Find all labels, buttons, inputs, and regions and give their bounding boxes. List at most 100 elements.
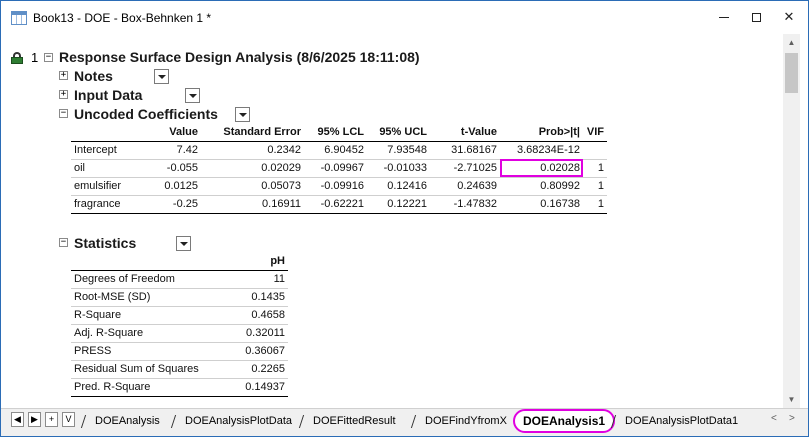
table-cell[interactable]: [583, 141, 607, 159]
table-cell[interactable]: 7.93548: [367, 141, 430, 159]
statistics-heading: Statistics: [74, 235, 137, 251]
scroll-down-icon[interactable]: ▼: [783, 391, 800, 408]
table-cell[interactable]: Intercept: [71, 141, 153, 159]
tab-next-button[interactable]: ▶: [28, 412, 41, 427]
column-header: 95% LCL: [317, 125, 364, 138]
tabs-scroll-left-icon[interactable]: <: [771, 413, 777, 424]
table-cell[interactable]: 7.42: [153, 141, 201, 159]
table-row: PRESS 0.36067: [71, 342, 288, 360]
notes-heading: Notes: [74, 68, 113, 84]
column-header: t-Value: [460, 125, 497, 138]
collapse-uncoded-toggle[interactable]: −: [59, 109, 68, 118]
table-row: Degrees of Freedom 11: [71, 270, 288, 288]
table-cell[interactable]: emulsifier: [71, 177, 153, 195]
vertical-scrollbar[interactable]: ▲ ▼: [783, 34, 800, 408]
uncoded-coefficients-table: Value Standard Error 95% LCL 95% UCL t-V…: [71, 123, 607, 214]
table-cell[interactable]: -0.09916: [304, 177, 367, 195]
workbook-icon: [11, 11, 27, 25]
table-row: Intercept 7.42 0.2342 6.90452 7.93548 31…: [71, 141, 607, 159]
table-cell[interactable]: Pred. R-Square: [71, 378, 221, 396]
report-node-number: 1: [31, 50, 39, 65]
close-button[interactable]: ✕: [772, 6, 806, 28]
table-cell[interactable]: -0.25: [153, 195, 201, 213]
table-cell[interactable]: oil: [71, 159, 153, 177]
table-cell[interactable]: 0.16911: [201, 195, 304, 213]
table-row: Residual Sum of Squares 0.2265: [71, 360, 288, 378]
table-cell[interactable]: -2.71025: [430, 159, 500, 177]
table-cell[interactable]: -1.47832: [430, 195, 500, 213]
close-icon: ✕: [783, 9, 795, 24]
workbook-window: Book13 - DOE - Box-Behnken 1 * ✕ 1 − Res…: [0, 0, 809, 437]
table-cell[interactable]: Root-MSE (SD): [71, 288, 221, 306]
title-bar[interactable]: Book13 - DOE - Box-Behnken 1 * ✕: [1, 1, 808, 34]
table-cell[interactable]: 0.24639: [430, 177, 500, 195]
table-cell[interactable]: 0.1435: [221, 288, 288, 306]
table-cell[interactable]: -0.09967: [304, 159, 367, 177]
table-cell[interactable]: 0.2342: [201, 141, 304, 159]
collapse-report-toggle[interactable]: −: [44, 53, 53, 62]
table-cell[interactable]: 31.68167: [430, 141, 500, 159]
lock-icon[interactable]: [11, 52, 23, 64]
sheet-tab-doeanalysis1[interactable]: DOEAnalysis1: [513, 409, 616, 433]
scroll-up-icon[interactable]: ▲: [783, 34, 800, 51]
notes-dropdown[interactable]: [154, 69, 169, 84]
table-cell[interactable]: 0.2265: [221, 360, 288, 378]
table-cell[interactable]: 1: [583, 159, 607, 177]
table-cell[interactable]: 0.4658: [221, 306, 288, 324]
input-data-heading: Input Data: [74, 87, 143, 103]
table-cell[interactable]: 0.14937: [221, 378, 288, 396]
table-cell[interactable]: 1: [583, 177, 607, 195]
table-cell[interactable]: 0.16738: [500, 195, 583, 213]
table-header-row: pH: [71, 252, 288, 270]
statistics-table: pH Degrees of Freedom 11 Root-MSE (SD) 0.1…: [71, 252, 288, 397]
table-cell[interactable]: -0.01033: [367, 159, 430, 177]
table-cell[interactable]: 0.36067: [221, 342, 288, 360]
sheet-tab-doeanalysisplotdata1[interactable]: DOEAnalysisPlotData1: [609, 411, 738, 431]
table-cell[interactable]: 0.80992: [500, 177, 583, 195]
add-sheet-button[interactable]: +: [45, 412, 58, 427]
expand-notes-toggle[interactable]: +: [59, 71, 68, 80]
table-row: Adj. R-Square 0.32011: [71, 324, 288, 342]
table-cell[interactable]: 0.0125: [153, 177, 201, 195]
table-cell[interactable]: 0.12416: [367, 177, 430, 195]
column-header: [71, 252, 221, 270]
window-title: Book13 - DOE - Box-Behnken 1 *: [33, 11, 212, 25]
table-cell[interactable]: 0.05073: [201, 177, 304, 195]
tab-prev-button[interactable]: ◀: [11, 412, 24, 427]
table-cell[interactable]: 0.02029: [201, 159, 304, 177]
highlighted-prob-cell[interactable]: 0.02028: [500, 159, 583, 177]
scroll-thumb[interactable]: [785, 53, 798, 93]
table-cell[interactable]: 0.32011: [221, 324, 288, 342]
sheet-tab-doefindyfromx[interactable]: DOEFindYfromX: [409, 411, 507, 431]
table-cell[interactable]: 6.90452: [304, 141, 367, 159]
sheet-tab-doefittedresult[interactable]: DOEFittedResult: [297, 411, 396, 431]
table-cell[interactable]: 0.12221: [367, 195, 430, 213]
maximize-button[interactable]: [739, 6, 773, 28]
table-cell[interactable]: 11: [221, 270, 288, 288]
table-cell[interactable]: -0.055: [153, 159, 201, 177]
table-cell[interactable]: R-Square: [71, 306, 221, 324]
sheet-tab-doeanalysis[interactable]: DOEAnalysis: [79, 411, 160, 431]
statistics-dropdown[interactable]: [176, 236, 191, 251]
table-cell[interactable]: Residual Sum of Squares: [71, 360, 221, 378]
expand-input-data-toggle[interactable]: +: [59, 90, 68, 99]
table-cell[interactable]: fragrance: [71, 195, 153, 213]
collapse-statistics-toggle[interactable]: −: [59, 238, 68, 247]
minimize-button[interactable]: [707, 6, 741, 28]
table-cell[interactable]: Degrees of Freedom: [71, 270, 221, 288]
sheet-tab-doeanalysisplotdata[interactable]: DOEAnalysisPlotData: [169, 411, 292, 431]
sheet-tab-bar: ◀ ▶ + V DOEAnalysis DOEAnalysisPlotData …: [1, 408, 808, 436]
table-cell[interactable]: Adj. R-Square: [71, 324, 221, 342]
table-cell[interactable]: -0.62221: [304, 195, 367, 213]
tabs-scroll-right-icon[interactable]: >: [789, 413, 795, 424]
uncoded-dropdown[interactable]: [235, 107, 250, 122]
column-header: Standard Error: [223, 125, 301, 138]
table-row: R-Square 0.4658: [71, 306, 288, 324]
table-cell[interactable]: 3.68234E-12: [500, 141, 583, 159]
table-row: emulsifier 0.0125 0.05073 -0.09916 0.124…: [71, 177, 607, 195]
table-cell[interactable]: PRESS: [71, 342, 221, 360]
uncoded-coefficients-heading: Uncoded Coefficients: [74, 106, 218, 122]
input-data-dropdown[interactable]: [185, 88, 200, 103]
sheet-list-button[interactable]: V: [62, 412, 75, 427]
table-cell[interactable]: 1: [583, 195, 607, 213]
